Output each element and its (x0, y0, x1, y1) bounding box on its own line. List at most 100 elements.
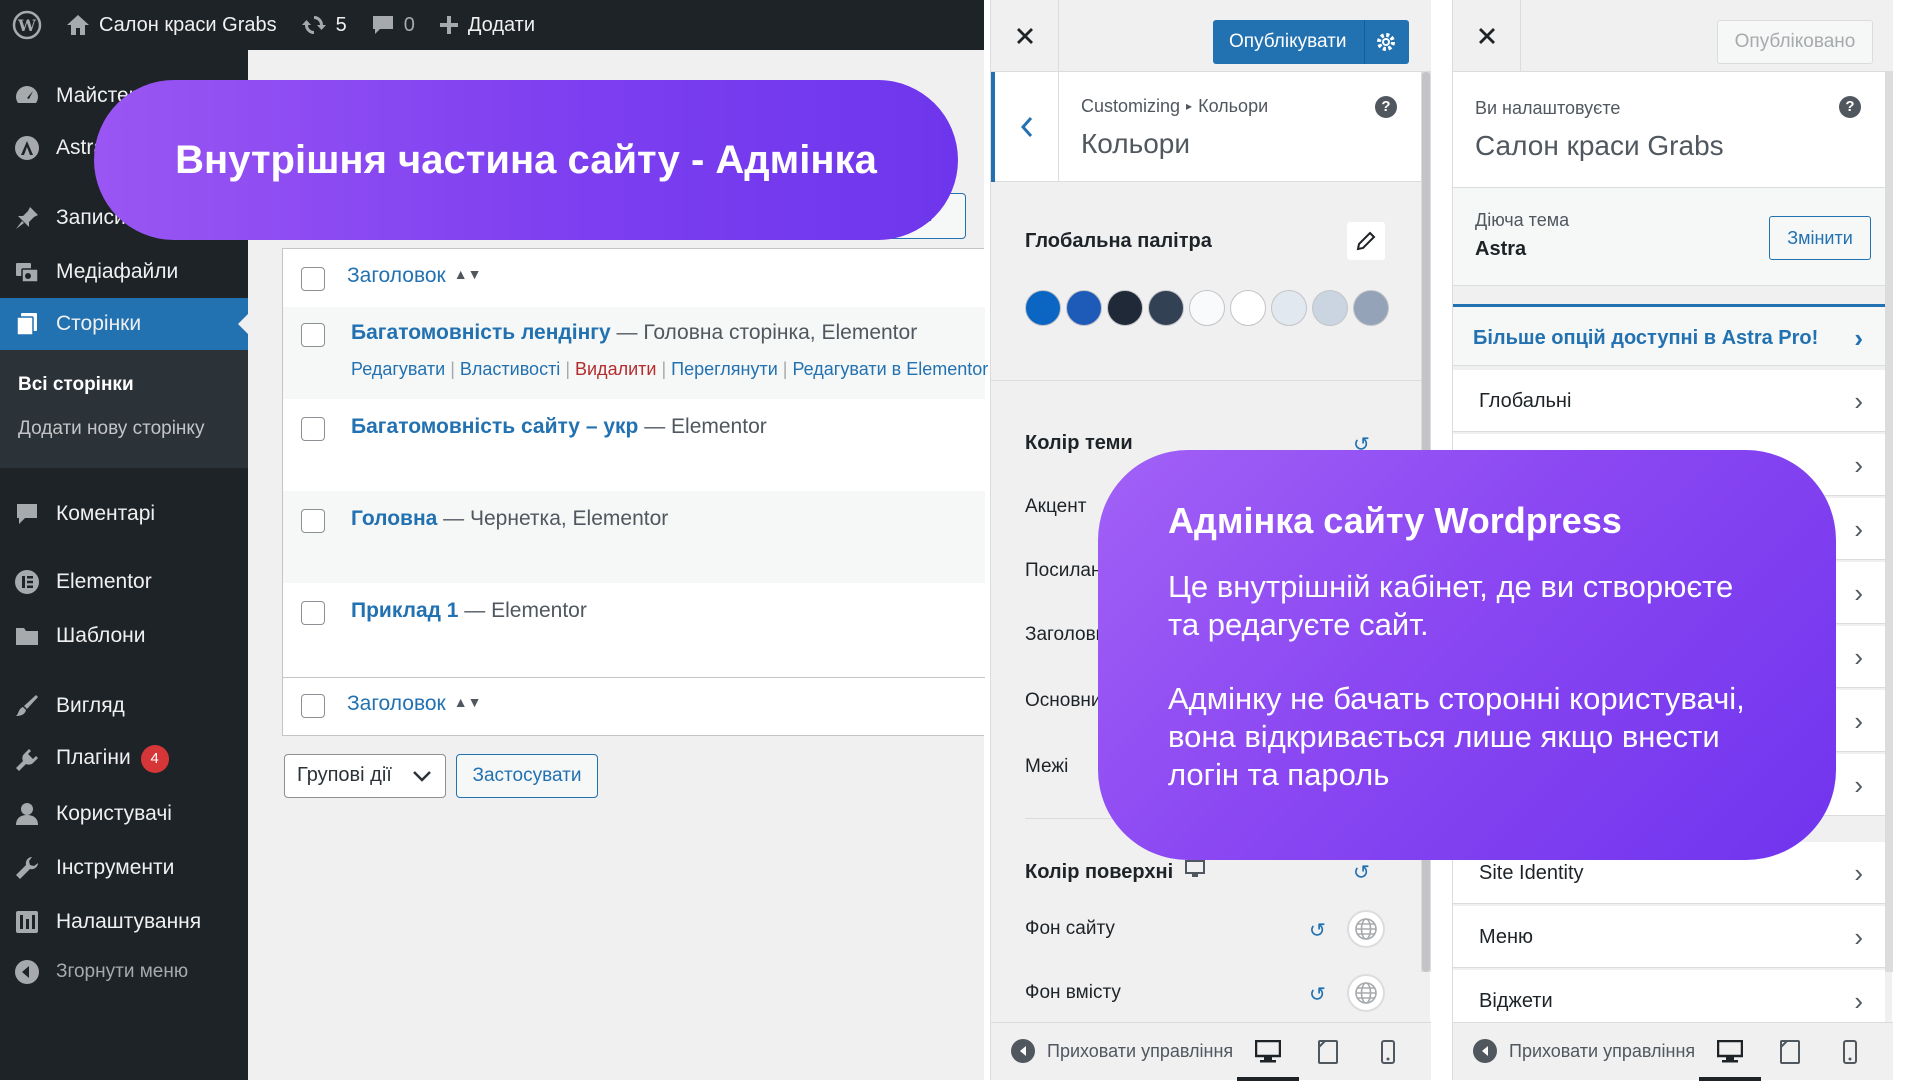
sidebar-item-appearance[interactable]: Вигляд (0, 680, 248, 732)
theme-color-label: Колір теми (1025, 432, 1133, 454)
palette-swatch[interactable] (1107, 290, 1143, 326)
sidebar-item-media[interactable]: Медіафайли (0, 246, 248, 298)
reset-icon[interactable]: ↺ (1309, 918, 1326, 943)
sidebar-item-elementor[interactable]: Elementor (0, 556, 248, 608)
view-link[interactable]: Переглянути (671, 359, 778, 379)
astra-pro-label: Більше опцій доступні в Astra Pro! (1473, 327, 1819, 349)
palette-swatch[interactable] (1312, 290, 1348, 326)
gear-icon[interactable] (1375, 31, 1397, 53)
sidebar-item-settings[interactable]: Налаштування (0, 896, 248, 948)
surface-color-label: Колір поверхні (1025, 860, 1205, 884)
published-button[interactable]: Опубліковано (1717, 20, 1873, 64)
sidebar-item-comments[interactable]: Коментарі (0, 488, 248, 540)
table-row: Приклад 1 — Elementor (283, 583, 985, 677)
change-theme-button[interactable]: Змінити (1769, 216, 1871, 260)
row-checkbox[interactable] (301, 601, 325, 625)
close-customizer-button[interactable] (1453, 0, 1521, 72)
customizing-label: Ви налаштовуєте (1475, 98, 1621, 118)
apply-button[interactable]: Застосувати (456, 754, 598, 798)
site-title: Салон краси Grabs (1475, 130, 1724, 161)
sidebar-item-pages[interactable]: Сторінки (0, 298, 248, 350)
palette-swatch[interactable] (1148, 290, 1184, 326)
chevron-right-icon: › (1854, 578, 1863, 608)
updates-link[interactable]: 5 (289, 0, 359, 50)
page-title-link[interactable]: Багатомовність сайту – укр (351, 415, 638, 438)
palette-swatch[interactable] (1189, 290, 1225, 326)
mobile-icon (1381, 1040, 1395, 1064)
divider (1364, 20, 1365, 64)
palette-swatches (1025, 290, 1389, 326)
reset-icon[interactable]: ↺ (1309, 982, 1326, 1007)
page-title-link[interactable]: Головна (351, 507, 437, 530)
sidebar-item-templates[interactable]: Шаблони (0, 610, 248, 662)
brush-icon (14, 693, 40, 719)
info-card: Адмінка сайту Wordpress Це внутрішній ка… (1098, 450, 1836, 860)
help-icon[interactable]: ? (1375, 96, 1397, 118)
desktop-preview-button[interactable] (1237, 1033, 1299, 1081)
sidebar-item-label: Медіафайли (56, 260, 179, 283)
page-state: — Elementor (638, 415, 767, 438)
section-menus[interactable]: Меню › (1453, 906, 1885, 968)
table-row: Багатомовність лендінгу — Головна сторін… (283, 307, 988, 399)
publish-button[interactable]: Опублікувати (1213, 20, 1409, 64)
hide-controls-button[interactable]: Приховати управління (1011, 1039, 1235, 1063)
section-global[interactable]: Глобальні › (1453, 370, 1885, 432)
content-bg-picker[interactable] (1347, 974, 1385, 1012)
palette-swatch[interactable] (1230, 290, 1266, 326)
close-icon (1016, 28, 1033, 44)
palette-swatch[interactable] (1353, 290, 1389, 326)
comment-icon (14, 501, 40, 527)
row-checkbox[interactable] (301, 323, 325, 347)
submenu-add-new-page[interactable]: Додати нову сторінку (18, 418, 204, 440)
customizer-header: Опублікувати (991, 0, 1431, 72)
desktop-preview-button[interactable] (1699, 1033, 1761, 1081)
mobile-preview-button[interactable] (1365, 1033, 1411, 1071)
scrollbar[interactable] (1885, 72, 1893, 972)
back-button[interactable] (991, 72, 1059, 182)
properties-link[interactable]: Властивості (460, 359, 560, 379)
palette-swatch[interactable] (1025, 290, 1061, 326)
row-title: Головна — Чернетка, Elementor (351, 507, 668, 531)
close-customizer-button[interactable] (991, 0, 1059, 72)
page-title-link[interactable]: Приклад 1 (351, 599, 458, 622)
delete-link[interactable]: Видалити (575, 359, 656, 379)
select-all-checkbox[interactable] (301, 267, 325, 291)
sidebar-item-plugins[interactable]: Плагіни 4 (0, 734, 248, 786)
edit-elementor-link[interactable]: Редагувати в Elementor (792, 359, 988, 379)
section-label: Меню (1479, 926, 1534, 948)
site-name-link[interactable]: Салон краси Grabs (54, 0, 289, 50)
edit-palette-button[interactable] (1347, 222, 1385, 260)
wordpress-logo-icon[interactable]: W (0, 0, 54, 50)
title-column-header[interactable]: Заголовок ▲▼ (347, 264, 481, 288)
palette-swatch[interactable] (1066, 290, 1102, 326)
astra-pro-link[interactable]: Більше опцій доступні в Astra Pro! › (1453, 304, 1885, 366)
sidebar-item-tools[interactable]: Інструменти (0, 842, 248, 894)
add-new-link[interactable]: Додати (427, 0, 547, 50)
help-icon[interactable]: ? (1839, 96, 1861, 118)
collapse-menu-button[interactable]: Згорнути меню (0, 946, 248, 998)
sidebar-item-users[interactable]: Користувачі (0, 788, 248, 840)
dashboard-icon (14, 83, 40, 109)
mobile-preview-button[interactable] (1827, 1033, 1873, 1071)
row-checkbox[interactable] (301, 509, 325, 533)
tablet-preview-button[interactable] (1305, 1033, 1351, 1071)
row-checkbox[interactable] (301, 417, 325, 441)
page-title-link[interactable]: Багатомовність лендінгу (351, 321, 611, 344)
add-new-label: Додати (467, 13, 535, 36)
select-all-checkbox-footer[interactable] (301, 694, 325, 718)
sidebar-item-label: Користувачі (56, 802, 172, 825)
comments-link[interactable]: 0 (359, 0, 427, 50)
user-icon (14, 801, 40, 827)
title-column-footer[interactable]: Заголовок ▲▼ (347, 692, 481, 716)
pages-icon (14, 311, 40, 337)
submenu-all-pages[interactable]: Всі сторінки (18, 374, 134, 396)
hide-controls-button[interactable]: Приховати управління (1473, 1039, 1697, 1063)
palette-swatch[interactable] (1271, 290, 1307, 326)
bulk-actions-select[interactable]: Групові дії (284, 754, 446, 798)
theme-name: Astra (1475, 238, 1527, 260)
reset-icon[interactable]: ↺ (1353, 860, 1370, 885)
site-bg-picker[interactable] (1347, 910, 1385, 948)
sort-icon: ▲▼ (453, 694, 482, 710)
tablet-preview-button[interactable] (1767, 1033, 1813, 1071)
edit-link[interactable]: Редагувати (351, 359, 445, 379)
